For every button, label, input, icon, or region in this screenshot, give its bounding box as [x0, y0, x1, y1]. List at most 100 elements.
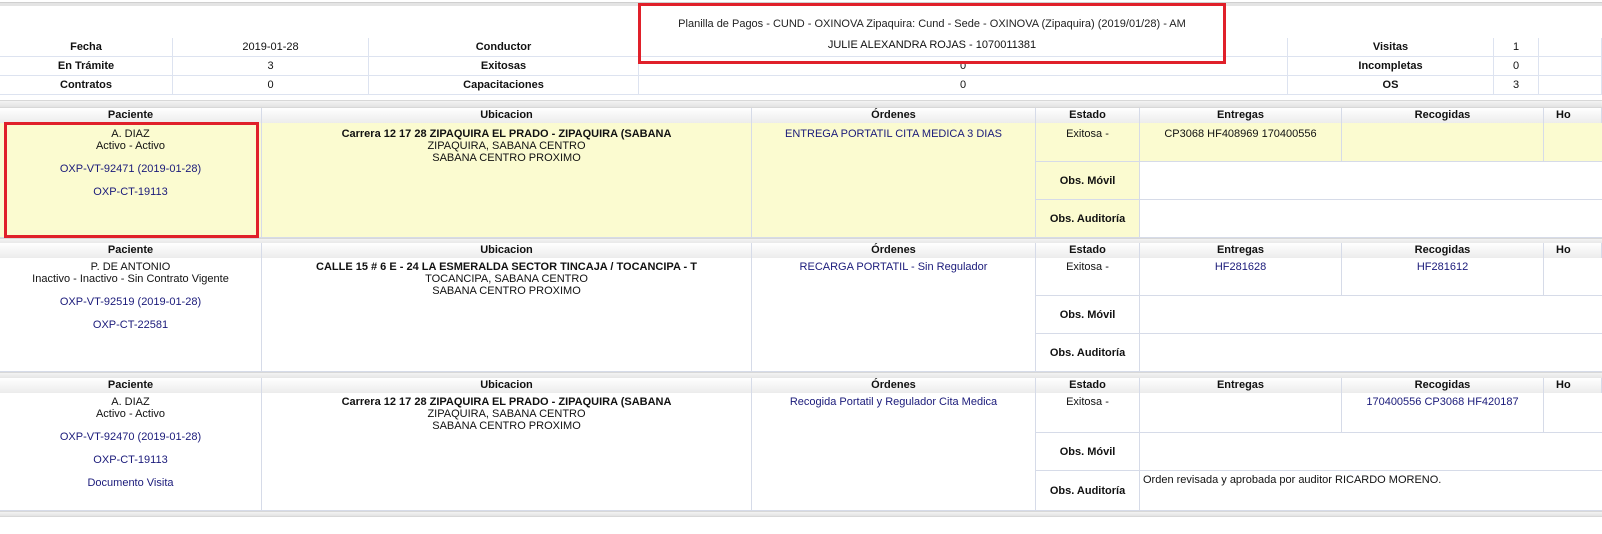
entregas-value[interactable]: HF281628	[1140, 261, 1341, 273]
contratos-label: Contratos	[0, 76, 173, 95]
col-hora: Ho	[1544, 108, 1602, 123]
estado-cell: Exitosa -	[1036, 123, 1140, 162]
recogidas-cell: HF281612	[1342, 258, 1544, 296]
col-paciente: Paciente	[0, 108, 262, 123]
hora-cell	[1544, 258, 1602, 296]
recogidas-value[interactable]: 170400556 CP3068 HF420187	[1342, 396, 1543, 408]
contratos-value: 0	[173, 76, 369, 95]
zone-line: SABANA CENTRO PROXIMO	[432, 152, 581, 164]
obs-auditoria-text: Obs. Auditoría	[1049, 347, 1126, 359]
title-highlight-box	[638, 3, 1226, 64]
ubicacion-cell: Carrera 12 17 28 ZIPAQUIRA EL PRADO - ZI…	[262, 393, 752, 511]
hora-cell	[1544, 123, 1602, 162]
entregas-cell	[1140, 393, 1342, 433]
fecha-label: Fecha	[0, 38, 173, 57]
col-ubicacion: Ubicacion	[262, 108, 752, 123]
col-ordenes: Órdenes	[752, 108, 1036, 123]
obs-auditoria-text: Obs. Auditoría	[1049, 485, 1126, 497]
record-separator	[0, 100, 1602, 108]
bottom-separator	[0, 511, 1602, 517]
incompletas-label: Incompletas	[1288, 57, 1494, 76]
obs-movil-text: Obs. Móvil	[1059, 446, 1116, 458]
ordenes-cell: RECARGA PORTATIL - Sin Regulador	[752, 258, 1036, 372]
ubicacion-cell: CALLE 15 # 6 E - 24 LA ESMERALDA SECTOR …	[262, 258, 752, 372]
incompletas-value: 0	[1494, 57, 1539, 76]
order-link[interactable]: Recogida Portatil y Regulador Cita Medic…	[752, 396, 1035, 408]
recogidas-cell	[1342, 123, 1544, 162]
col-estado: Estado	[1036, 378, 1140, 393]
col-estado: Estado	[1036, 108, 1140, 123]
conductor-label: Conductor	[369, 38, 639, 57]
estado-value: Exitosa -	[1066, 128, 1109, 140]
obs-movil-label: Obs. Móvil	[1036, 296, 1140, 334]
order-link[interactable]: RECARGA PORTATIL - Sin Regulador	[752, 261, 1035, 273]
patient-name: P. DE ANTONIO	[90, 261, 171, 273]
contract-link[interactable]: OXP-CT-22581	[0, 319, 261, 331]
document-link[interactable]: Documento Visita	[0, 477, 261, 489]
obs-auditoria-text: Obs. Auditoría	[1049, 213, 1126, 225]
hora-cell	[1544, 393, 1602, 433]
obs-movil-value	[1140, 296, 1602, 334]
zone-line: SABANA CENTRO PROXIMO	[432, 285, 581, 297]
col-recogidas: Recogidas	[1342, 108, 1544, 123]
obs-auditoria-value: Orden revisada y aprobada por auditor RI…	[1140, 471, 1602, 511]
estado-cell: Exitosa -	[1036, 393, 1140, 433]
col-ordenes: Órdenes	[752, 378, 1036, 393]
col-entregas: Entregas	[1140, 243, 1342, 258]
obs-auditoria-value	[1140, 200, 1602, 238]
address-line: Carrera 12 17 28 ZIPAQUIRA EL PRADO - ZI…	[341, 128, 672, 140]
capacitaciones-value: 0	[639, 76, 1288, 95]
col-ubicacion: Ubicacion	[262, 378, 752, 393]
zone-line: SABANA CENTRO PROXIMO	[432, 420, 581, 432]
col-paciente: Paciente	[0, 243, 262, 258]
col-estado: Estado	[1036, 243, 1140, 258]
col-ubicacion: Ubicacion	[262, 243, 752, 258]
visitas-label: Visitas	[1288, 38, 1494, 57]
ordenes-cell: Recogida Portatil y Regulador Cita Medic…	[752, 393, 1036, 511]
col-recogidas: Recogidas	[1342, 243, 1544, 258]
order-link[interactable]: ENTREGA PORTATIL CITA MEDICA 3 DIAS	[752, 128, 1035, 140]
obs-movil-label: Obs. Móvil	[1036, 433, 1140, 471]
patient-status: Activo - Activo	[95, 408, 166, 420]
obs-movil-text: Obs. Móvil	[1059, 309, 1116, 321]
obs-movil-label: Obs. Móvil	[1036, 162, 1140, 200]
visitas-value: 1	[1494, 38, 1539, 57]
entregas-cell: HF281628	[1140, 258, 1342, 296]
fecha-value: 2019-01-28	[173, 38, 369, 57]
patient-status: Inactivo - Inactivo - Sin Contrato Vigen…	[32, 273, 229, 285]
obs-auditoria-label: Obs. Auditoría	[1036, 471, 1140, 511]
paciente-cell: A. DIAZ Activo - Activo OXP-VT-92470 (20…	[0, 393, 262, 511]
obs-auditoria-value	[1140, 334, 1602, 372]
obs-movil-text: Obs. Móvil	[1059, 175, 1116, 187]
entregas-value: CP3068 HF408969 170400556	[1164, 128, 1317, 140]
city-line: ZIPAQUIRA, SABANA CENTRO	[427, 140, 586, 152]
col-ordenes: Órdenes	[752, 243, 1036, 258]
visit-link[interactable]: OXP-VT-92519 (2019-01-28)	[0, 296, 261, 308]
ordenes-cell: ENTREGA PORTATIL CITA MEDICA 3 DIAS	[752, 123, 1036, 238]
col-entregas: Entregas	[1140, 378, 1342, 393]
visitas-spacer	[1539, 38, 1602, 57]
os-label: OS	[1288, 76, 1494, 95]
estado-value: Exitosa -	[1066, 261, 1109, 273]
visit-link[interactable]: OXP-VT-92470 (2019-01-28)	[0, 431, 261, 443]
ubicacion-cell: Carrera 12 17 28 ZIPAQUIRA EL PRADO - ZI…	[262, 123, 752, 238]
city-line: TOCANCIPA, SABANA CENTRO	[425, 273, 588, 285]
col-hora: Ho	[1544, 243, 1602, 258]
estado-cell: Exitosa -	[1036, 258, 1140, 296]
contract-link[interactable]: OXP-CT-19113	[0, 454, 261, 466]
estado-value: Exitosa -	[1066, 396, 1109, 408]
address-line: CALLE 15 # 6 E - 24 LA ESMERALDA SECTOR …	[316, 261, 697, 273]
recogidas-cell: 170400556 CP3068 HF420187	[1342, 393, 1544, 433]
col-entregas: Entregas	[1140, 108, 1342, 123]
os-value: 3	[1494, 76, 1539, 95]
col-hora: Ho	[1544, 378, 1602, 393]
patient-highlight-box	[4, 122, 259, 238]
obs-auditoria-label: Obs. Auditoría	[1036, 334, 1140, 372]
os-spacer	[1539, 76, 1602, 95]
exitosas-label: Exitosas	[369, 57, 639, 76]
tramite-label: En Trámite	[0, 57, 173, 76]
tramite-value: 3	[173, 57, 369, 76]
obs-movil-value	[1140, 162, 1602, 200]
recogidas-value[interactable]: HF281612	[1342, 261, 1543, 273]
obs-movil-value	[1140, 433, 1602, 471]
